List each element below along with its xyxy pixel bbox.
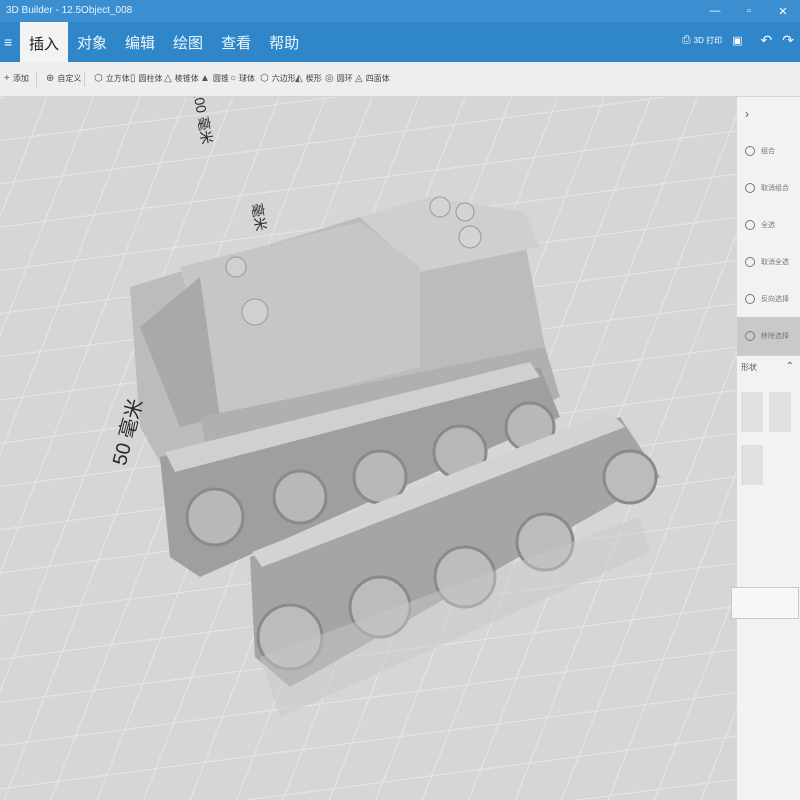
plus-icon: +	[4, 73, 10, 84]
pyramid-icon: △	[164, 73, 172, 84]
tab-edit[interactable]: 编辑	[116, 22, 164, 62]
cube-button[interactable]: ⬡ 立方体	[94, 73, 130, 84]
panel-item-label: 全选	[761, 222, 775, 229]
panel-item-deselect-all[interactable]: 取消全选	[737, 243, 800, 281]
redo-icon[interactable]: ↷	[782, 32, 794, 49]
tetrahedron-button[interactable]: ◬ 四面体	[355, 73, 390, 84]
tool-label: 添加	[12, 74, 29, 83]
minimize-button[interactable]: —	[698, 0, 732, 22]
wedge-icon: ◭	[295, 73, 303, 84]
invert-icon	[745, 294, 755, 304]
deselect-icon	[745, 257, 755, 267]
insert-toolbar: + 添加 ⊕ 自定义 ⬡ 立方体 ▯ 圆柱体 △ 棱锥体 ▲ 圆锥 ○ 球体 ⬡ 六边形 ◭ 楔形…	[0, 62, 800, 97]
panel-item-label: 反向选择	[761, 296, 789, 303]
tool-label: 六边形	[271, 74, 296, 83]
close-button[interactable]: ✕	[766, 0, 800, 22]
shape-tile-2[interactable]	[769, 392, 791, 432]
chevron-right-icon[interactable]: ›	[745, 107, 749, 121]
divider	[36, 71, 37, 87]
add-button[interactable]: + 添加	[4, 73, 29, 84]
custom-button[interactable]: ⊕ 自定义	[46, 73, 81, 84]
custom-icon: ⊕	[46, 73, 55, 84]
cylinder-icon: ▯	[130, 73, 136, 84]
panel-item-label: 组合	[761, 148, 775, 155]
remove-icon	[745, 331, 755, 341]
hexagon-button[interactable]: ⬡ 六边形	[260, 73, 296, 84]
chevron-up-icon[interactable]: ⌃	[786, 361, 794, 372]
panel-item-label: 取消全选	[761, 259, 789, 266]
tab-draw[interactable]: 绘图	[164, 22, 212, 62]
3d-viewport[interactable]: 100 毫米 毫米 50 毫米	[0, 97, 737, 800]
divider	[737, 355, 800, 356]
tool-label: 球体	[239, 74, 256, 83]
tab-object[interactable]: 对象	[68, 22, 116, 62]
tool-label: 圆锥	[212, 74, 229, 83]
select-all-icon	[745, 220, 755, 230]
panel-item-label: 移除选择	[761, 333, 789, 340]
tool-label: 自定义	[57, 74, 82, 83]
tetrahedron-icon: ◬	[355, 73, 363, 84]
divider	[84, 71, 85, 87]
floating-widget[interactable]	[731, 587, 799, 619]
ribbon: ≡ 插入 对象 编辑 绘图 查看 帮助 ⎙ 3D 打印 ▣ ↶ ↷	[0, 22, 800, 64]
title-bar: 3D Builder - 12.5Object_008 — ▫ ✕	[0, 0, 800, 22]
torus-icon: ◎	[325, 73, 334, 84]
shape-tile-3[interactable]	[741, 445, 763, 485]
save-icon[interactable]: ▣	[732, 34, 742, 47]
panel-item-invert-selection[interactable]: 反向选择	[737, 280, 800, 318]
undo-icon[interactable]: ↶	[761, 32, 773, 49]
panel-item-group[interactable]: 组合	[737, 132, 800, 170]
print-label[interactable]: 3D 打印	[694, 35, 722, 46]
section-label: 形状	[741, 363, 757, 372]
group-icon	[745, 146, 755, 156]
cone-icon: ▲	[200, 73, 210, 84]
tool-label: 四面体	[365, 74, 390, 83]
tool-label: 棱锥体	[174, 74, 199, 83]
maximize-button[interactable]: ▫	[732, 0, 766, 22]
wedge-button[interactable]: ◭ 楔形	[295, 73, 322, 84]
tool-label: 圆柱体	[138, 74, 163, 83]
hamburger-icon[interactable]: ≡	[4, 34, 12, 50]
shape-tile-1[interactable]	[741, 392, 763, 432]
cylinder-button[interactable]: ▯ 圆柱体	[130, 73, 163, 84]
panel-item-label: 取消组合	[761, 185, 789, 192]
torus-button[interactable]: ◎ 圆环	[325, 73, 353, 84]
cube-icon: ⬡	[94, 73, 103, 84]
cone-button[interactable]: ▲ 圆锥	[200, 73, 229, 84]
tool-label: 楔形	[305, 74, 322, 83]
tab-help[interactable]: 帮助	[260, 22, 308, 62]
panel-item-ungroup[interactable]: 取消组合	[737, 169, 800, 207]
ungroup-icon	[745, 183, 755, 193]
hexagon-icon: ⬡	[260, 73, 269, 84]
sphere-icon: ○	[230, 73, 237, 84]
pyramid-button[interactable]: △ 棱锥体	[164, 73, 199, 84]
window-title: 3D Builder - 12.5Object_008	[6, 5, 133, 16]
tool-label: 圆环	[336, 74, 353, 83]
tab-insert[interactable]: 插入	[20, 22, 69, 64]
panel-item-select-all[interactable]: 全选	[737, 206, 800, 244]
sphere-button[interactable]: ○ 球体	[230, 73, 255, 84]
tool-label: 立方体	[105, 74, 130, 83]
printer-icon[interactable]: ⎙	[682, 34, 691, 47]
ribbon-tabs: 插入 对象 编辑 绘图 查看 帮助	[20, 22, 308, 64]
panel-item-remove-selection[interactable]: 移除选择	[737, 317, 800, 355]
tab-view[interactable]: 查看	[212, 22, 260, 62]
side-panel: › 组合 取消组合 全选 取消全选 反向选择 移除选择 形状 ⌃	[731, 97, 800, 800]
